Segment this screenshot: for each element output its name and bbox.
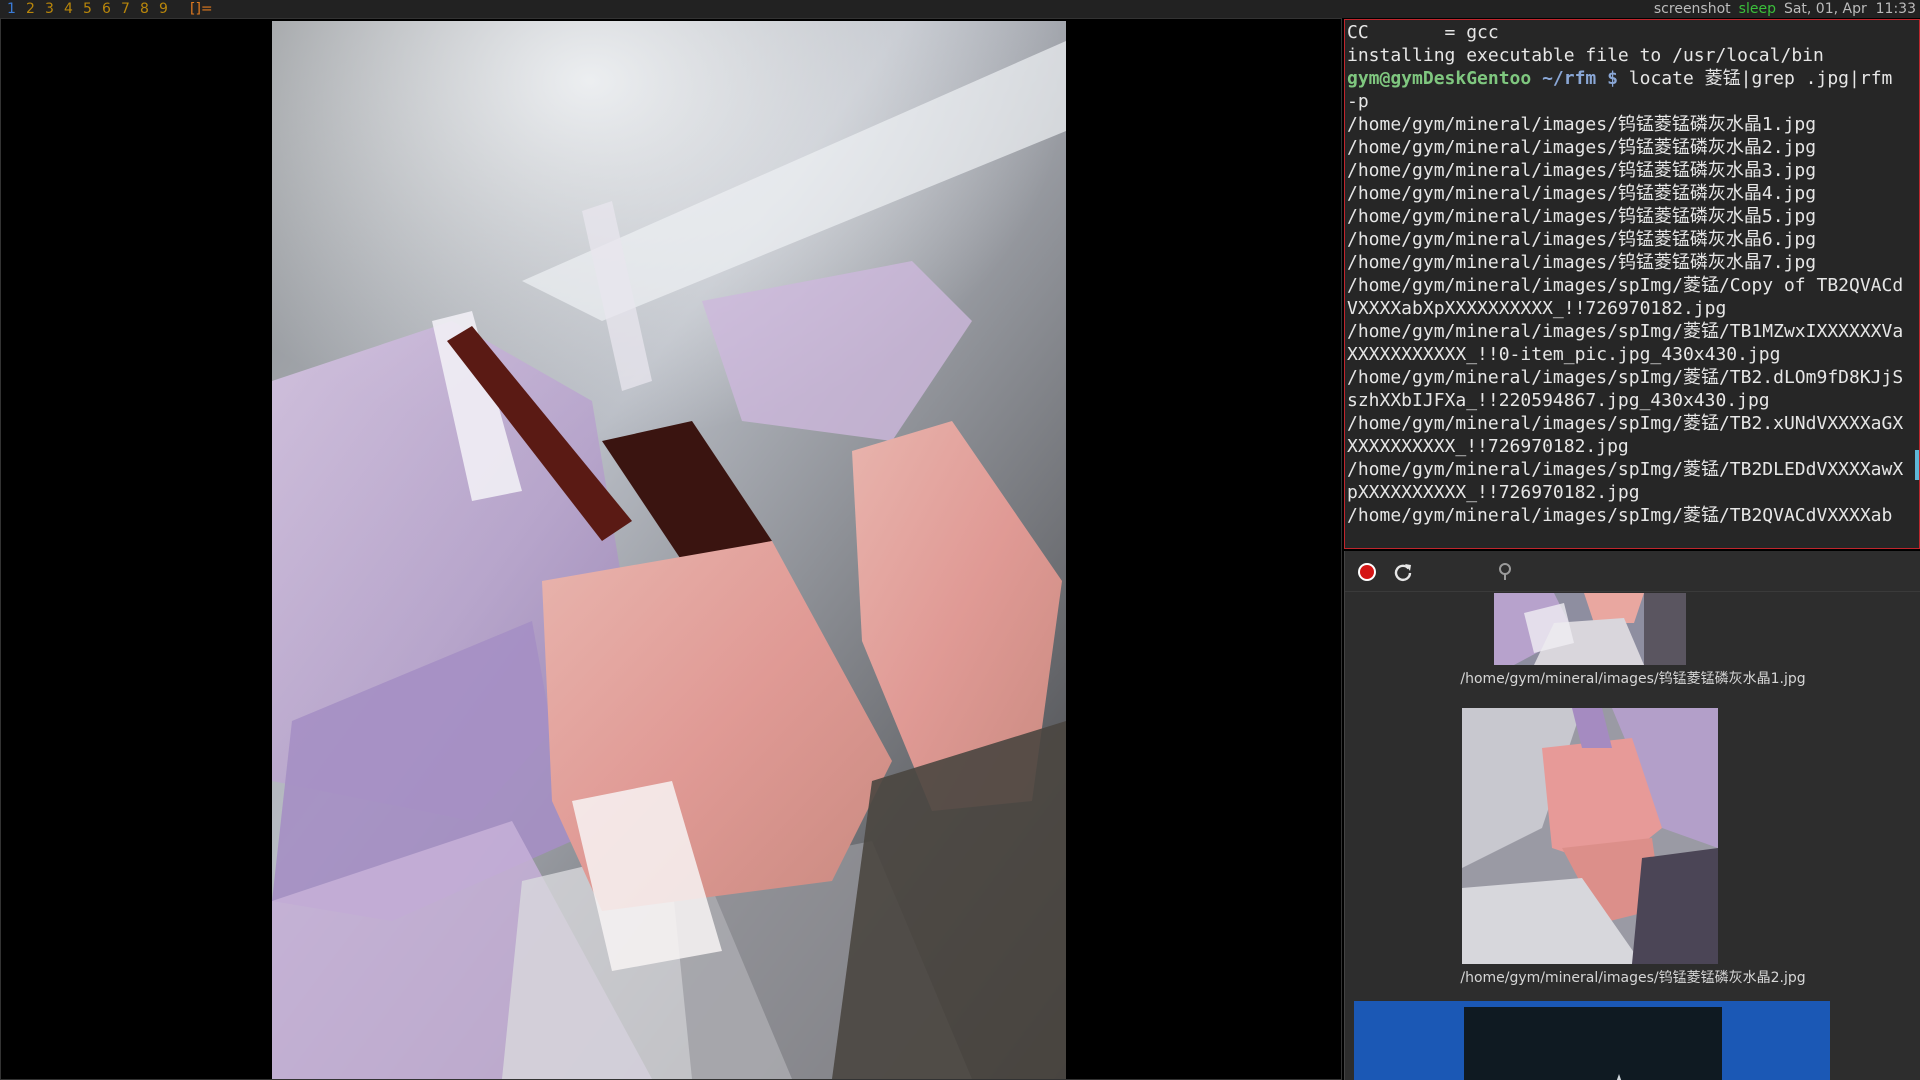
mineral-photo xyxy=(272,21,1066,1079)
terminal-output-line: /home/gym/mineral/images/spImg/菱锰/TB2QVA… xyxy=(1347,505,1893,526)
refresh-icon xyxy=(1394,564,1412,582)
terminal-output-line: /home/gym/mineral/images/spImg/菱锰/TB2DLE… xyxy=(1347,459,1904,503)
terminal-output-line: /home/gym/mineral/images/spImg/菱锰/TB1MZw… xyxy=(1347,321,1904,365)
tag-9[interactable]: 9 xyxy=(154,0,173,18)
terminal-output-line: /home/gym/mineral/images/spImg/菱锰/TB2.xU… xyxy=(1347,413,1904,457)
tag-3[interactable]: 3 xyxy=(40,0,59,18)
stop-button[interactable] xyxy=(1355,560,1379,584)
tag-6[interactable]: 6 xyxy=(97,0,116,18)
terminal-window[interactable]: CC = gcc installing executable file to /… xyxy=(1344,19,1920,549)
tag-5[interactable]: 5 xyxy=(78,0,97,18)
terminal-output-line: /home/gym/mineral/images/钨锰菱锰磷灰水晶3.jpg xyxy=(1347,160,1817,181)
file-manager[interactable]: /home/gym/mineral/images/钨锰菱锰磷灰水晶1.jpg /… xyxy=(1344,551,1920,1080)
terminal-line: CC = gcc xyxy=(1347,22,1499,43)
terminal-output-line: /home/gym/mineral/images/spImg/菱锰/TB2.dL… xyxy=(1347,367,1904,411)
thumbnail-2[interactable] xyxy=(1462,708,1718,964)
top-status-bar: 1 2 3 4 5 6 7 8 9 []= screenshot sleep S… xyxy=(0,0,1920,18)
tag-2[interactable]: 2 xyxy=(21,0,40,18)
mineral-photo-drawing xyxy=(272,21,1066,1079)
pin-icon xyxy=(1499,563,1511,580)
tag-4[interactable]: 4 xyxy=(59,0,78,18)
terminal-prompt-line: gym@gymDeskGentoo ~/rfm $ locate 菱锰|grep… xyxy=(1347,67,1911,113)
terminal-output-line: /home/gym/mineral/images/钨锰菱锰磷灰水晶1.jpg xyxy=(1347,114,1817,135)
status-area: screenshot sleep Sat, 01, Apr 11:33 xyxy=(1654,0,1916,18)
terminal-output-line: /home/gym/mineral/images/钨锰菱锰磷灰水晶6.jpg xyxy=(1347,229,1817,250)
terminal-output-line: /home/gym/mineral/images/钨锰菱锰磷灰水晶2.jpg xyxy=(1347,137,1817,158)
status-sleep: sleep xyxy=(1738,1,1776,17)
thumbnail-image-1 xyxy=(1494,593,1686,665)
tag-8[interactable]: 8 xyxy=(135,0,154,18)
status-datetime: Sat, 01, Apr 11:33 xyxy=(1783,1,1916,17)
file-name-1[interactable]: /home/gym/mineral/images/钨锰菱锰磷灰水晶1.jpg xyxy=(1345,668,1920,688)
layout-symbol[interactable]: []= xyxy=(190,0,213,18)
tag-7[interactable]: 7 xyxy=(116,0,135,18)
thumbnail-image-3 xyxy=(1464,1007,1722,1080)
thumbnail-image-2 xyxy=(1462,708,1718,964)
terminal-line: installing executable file to /usr/local… xyxy=(1347,45,1824,66)
refresh-button[interactable] xyxy=(1391,560,1415,584)
record-stop-icon xyxy=(1358,563,1376,581)
thumbnail-1[interactable] xyxy=(1494,593,1686,665)
prompt-symbol: $ xyxy=(1607,68,1618,89)
file-manager-toolbar xyxy=(1345,551,1920,592)
terminal-scroll-indicator[interactable] xyxy=(1915,450,1919,480)
terminal-output-line: /home/gym/mineral/images/钨锰菱锰磷灰水晶7.jpg xyxy=(1347,252,1817,273)
file-name-2[interactable]: /home/gym/mineral/images/钨锰菱锰磷灰水晶2.jpg xyxy=(1345,967,1920,987)
terminal-output-line: /home/gym/mineral/images/钨锰菱锰磷灰水晶4.jpg xyxy=(1347,183,1817,204)
selected-item-highlight[interactable] xyxy=(1354,1001,1830,1080)
thumbnail-3[interactable] xyxy=(1464,1007,1722,1080)
status-screenshot: screenshot xyxy=(1653,1,1731,17)
pin-button[interactable] xyxy=(1493,560,1517,584)
workspace-tags: 1 2 3 4 5 6 7 8 9 xyxy=(2,0,173,18)
tag-1[interactable]: 1 xyxy=(2,0,21,18)
terminal-output-line: /home/gym/mineral/images/spImg/菱锰/Copy o… xyxy=(1347,275,1904,319)
terminal-output-line: /home/gym/mineral/images/钨锰菱锰磷灰水晶5.jpg xyxy=(1347,206,1817,227)
image-viewer[interactable] xyxy=(0,18,1342,1080)
prompt-user: gym@gymDeskGentoo xyxy=(1347,68,1532,89)
prompt-path: ~/rfm xyxy=(1542,68,1597,89)
